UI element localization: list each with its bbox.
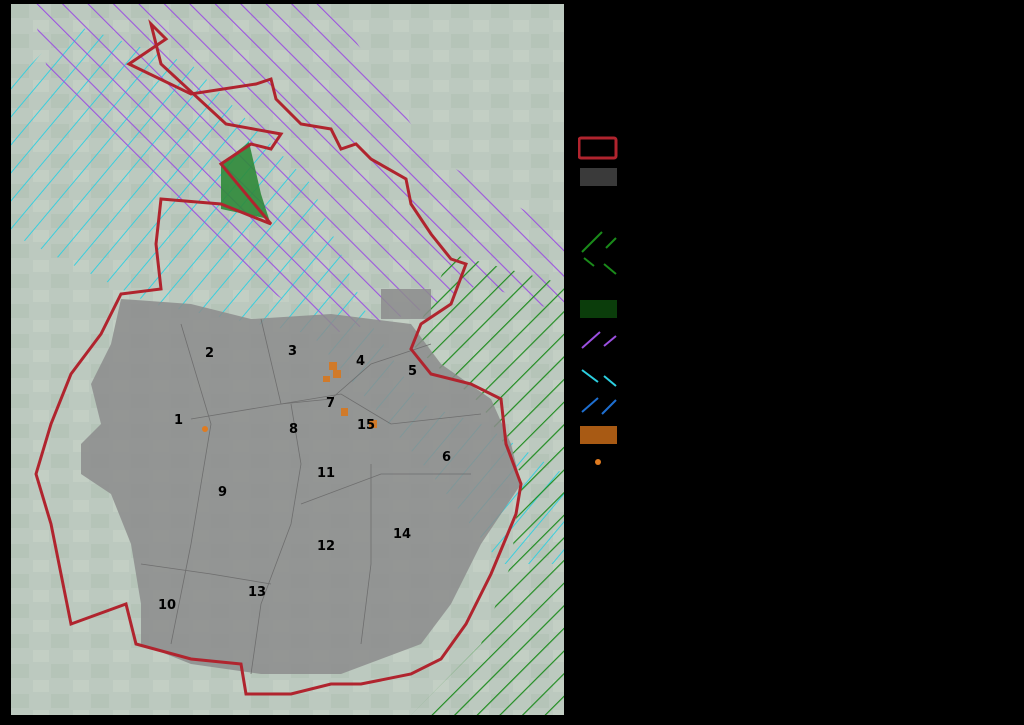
district-label: 9 xyxy=(218,485,227,500)
district-label: 1 xyxy=(174,413,183,428)
district-label: 12 xyxy=(317,539,335,554)
district-label: 6 xyxy=(442,450,451,465)
map-canvas[interactable]: 1 2 3 4 5 6 7 8 9 10 11 12 13 14 15 xyxy=(11,4,564,715)
district-label: 7 xyxy=(326,396,335,411)
map-legend xyxy=(578,136,618,465)
district-label: 13 xyxy=(248,585,266,600)
cyan-blue-hatch-icon xyxy=(581,369,617,415)
district-label: 10 xyxy=(158,598,176,613)
district-label: 2 xyxy=(205,346,214,361)
district-label: 8 xyxy=(289,422,298,437)
district-label: 3 xyxy=(288,344,297,359)
district-label: 4 xyxy=(356,354,365,369)
built-up-block xyxy=(381,289,431,319)
purple-hatch-icon xyxy=(581,331,617,349)
district-label: 14 xyxy=(393,527,411,542)
green-dash-hatch-icon xyxy=(581,231,617,275)
dark-green-fill-icon xyxy=(580,300,617,318)
orange-point-icon xyxy=(595,459,601,465)
district-label: 5 xyxy=(408,364,417,379)
orange-point xyxy=(202,426,208,432)
district-label: 15 xyxy=(357,418,375,433)
orange-fill-icon xyxy=(580,426,617,444)
boundary-outline-icon xyxy=(578,136,618,160)
district-label: 11 xyxy=(317,466,335,481)
built-area-fill-icon xyxy=(580,168,617,186)
